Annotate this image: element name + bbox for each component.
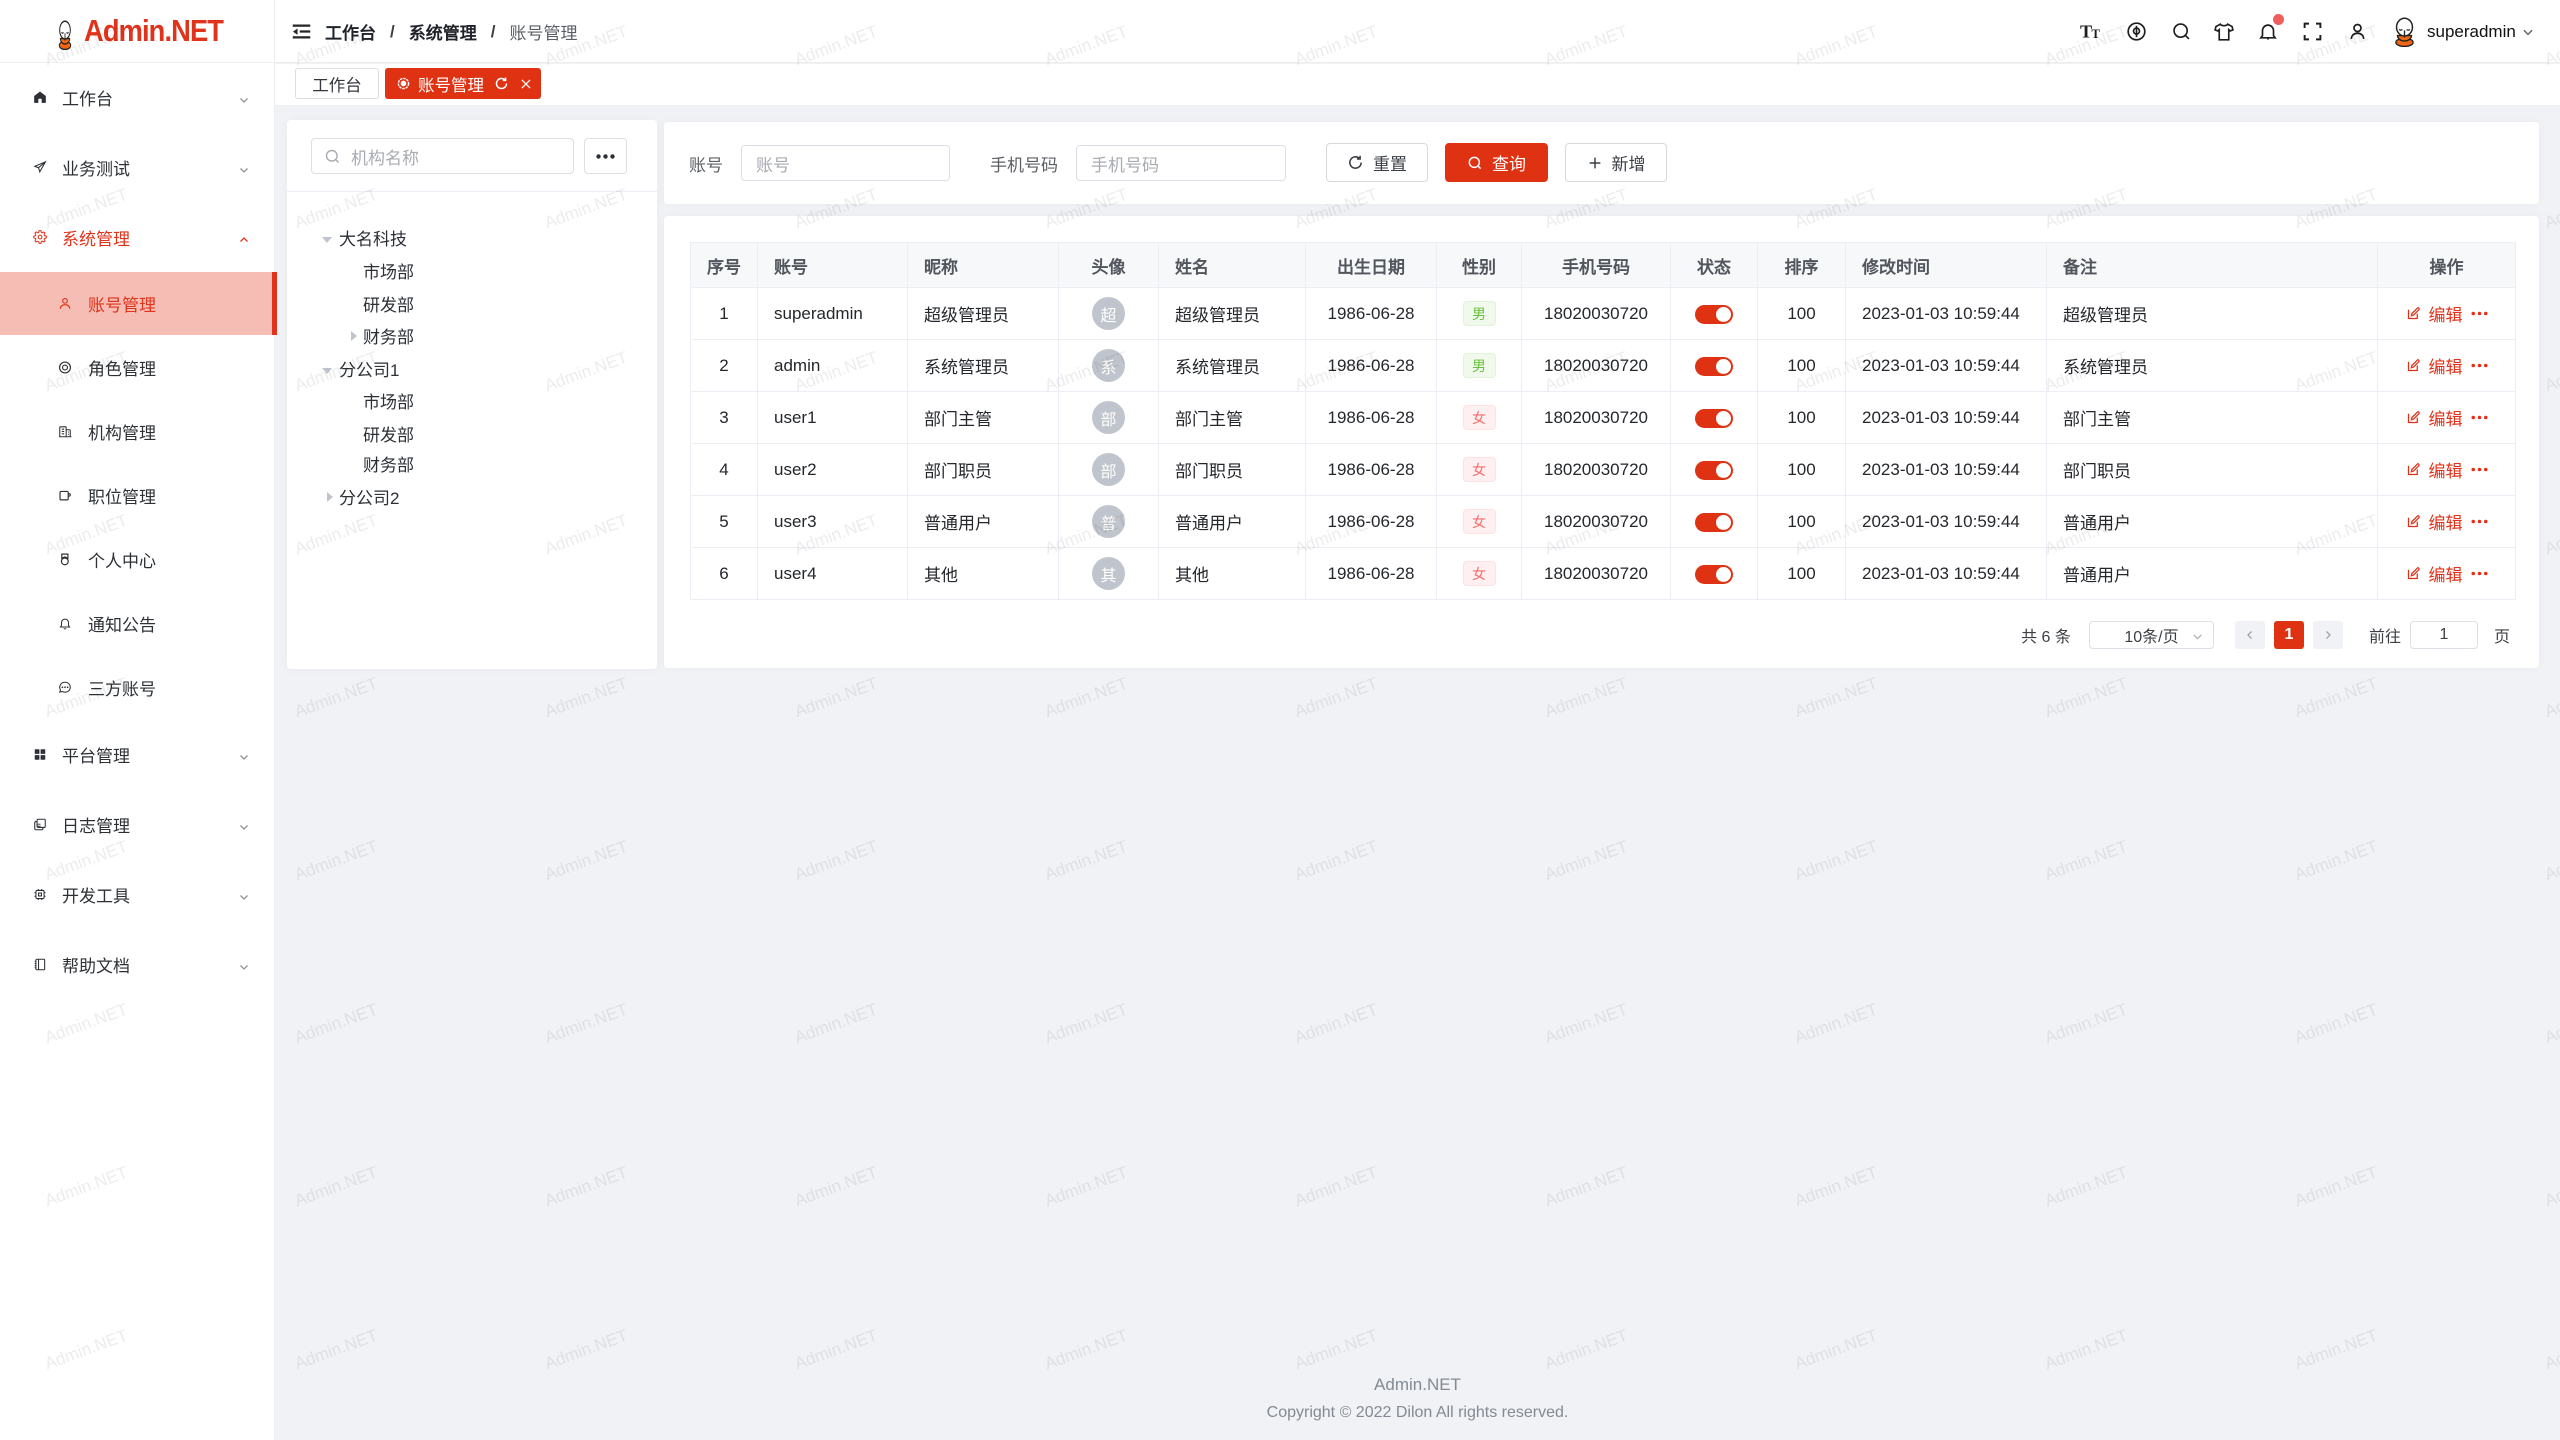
svg-text:T: T: [2091, 27, 2100, 41]
svg-text:T: T: [2079, 21, 2091, 41]
